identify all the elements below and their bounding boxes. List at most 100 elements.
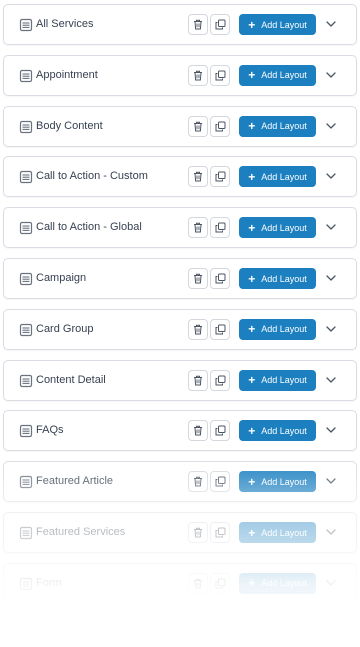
duplicate-layout-button[interactable] — [210, 64, 230, 86]
delete-layout-button[interactable] — [188, 217, 208, 239]
layout-label: Card Group — [36, 322, 94, 335]
chevron-down-icon[interactable] — [326, 579, 336, 587]
delete-layout-button[interactable] — [188, 623, 208, 645]
chevron-down-icon[interactable] — [326, 426, 336, 434]
chevron-down-icon[interactable] — [326, 223, 336, 231]
delete-layout-button[interactable] — [188, 572, 208, 594]
plus-icon: + — [248, 576, 256, 591]
chevron-down-icon[interactable] — [326, 528, 336, 536]
trash-icon — [194, 121, 202, 132]
add-layout-button[interactable]: + Add Layout — [239, 318, 316, 340]
duplicate-layout-button[interactable] — [210, 14, 230, 35]
plus-icon: + — [248, 373, 256, 388]
duplicate-layout-button[interactable] — [210, 318, 230, 340]
add-layout-button[interactable]: + Add Layout — [239, 217, 316, 239]
plus-icon: + — [248, 17, 256, 32]
copy-icon — [215, 70, 225, 81]
layout-label: Call to Action - Global — [36, 221, 142, 234]
layout-label: Body Content — [36, 119, 103, 132]
trash-icon — [194, 324, 202, 335]
delete-layout-button[interactable] — [188, 268, 208, 289]
copy-icon — [215, 171, 225, 182]
trash-icon — [194, 578, 202, 589]
layout-row: Featured Article + Add Layout — [3, 461, 357, 503]
add-layout-label: Add Layout — [261, 425, 307, 436]
chevron-down-icon[interactable] — [326, 71, 336, 79]
chevron-down-icon[interactable] — [326, 172, 336, 180]
document-icon — [19, 323, 33, 336]
layout-row: Appointment + Add Layout — [3, 54, 357, 96]
chevron-down-icon[interactable] — [326, 122, 336, 130]
layout-row: Body Content + Add Layout — [3, 105, 357, 147]
duplicate-layout-button[interactable] — [210, 420, 230, 442]
add-layout-button[interactable]: + Add Layout — [239, 623, 316, 645]
add-layout-button[interactable]: + Add Layout — [239, 369, 316, 391]
add-layout-label: Add Layout — [261, 70, 307, 81]
delete-layout-button[interactable] — [188, 64, 208, 86]
chevron-down-icon[interactable] — [326, 274, 336, 282]
trash-icon — [194, 19, 202, 30]
trash-icon — [194, 629, 202, 640]
add-layout-label: Add Layout — [261, 273, 307, 284]
layout-row: All Services + Add Layout — [3, 4, 357, 45]
plus-icon: + — [248, 322, 256, 337]
add-layout-label: Add Layout — [261, 629, 307, 640]
duplicate-layout-button[interactable] — [210, 572, 230, 594]
duplicate-layout-button[interactable] — [210, 369, 230, 391]
trash-icon — [194, 70, 202, 81]
add-layout-button[interactable]: + Add Layout — [239, 471, 316, 493]
delete-layout-button[interactable] — [188, 115, 208, 137]
document-icon — [19, 577, 33, 590]
plus-icon: + — [248, 627, 256, 642]
delete-layout-button[interactable] — [188, 420, 208, 442]
duplicate-layout-button[interactable] — [210, 115, 230, 137]
layout-row: Content Detail + Add Layout — [3, 359, 357, 401]
add-layout-label: Add Layout — [261, 527, 307, 538]
add-layout-label: Add Layout — [261, 476, 307, 487]
document-icon — [19, 476, 33, 489]
add-layout-button[interactable]: + Add Layout — [239, 14, 316, 35]
add-layout-button[interactable]: + Add Layout — [239, 572, 316, 594]
copy-icon — [215, 273, 225, 284]
delete-layout-button[interactable] — [188, 318, 208, 340]
duplicate-layout-button[interactable] — [210, 471, 230, 493]
duplicate-layout-button[interactable] — [210, 166, 230, 188]
layout-row: + Add Layout — [3, 613, 357, 647]
chevron-down-icon[interactable] — [326, 376, 336, 384]
copy-icon — [215, 375, 225, 386]
layout-row: Call to Action - Custom + Add Layout — [3, 156, 357, 198]
layout-row: Call to Action - Global + Add Layout — [3, 207, 357, 249]
add-layout-button[interactable]: + Add Layout — [239, 64, 316, 86]
add-layout-button[interactable]: + Add Layout — [239, 268, 316, 289]
layout-label: FAQs — [36, 424, 64, 437]
plus-icon: + — [248, 220, 256, 235]
duplicate-layout-button[interactable] — [210, 217, 230, 239]
delete-layout-button[interactable] — [188, 369, 208, 391]
delete-layout-button[interactable] — [188, 471, 208, 493]
add-layout-button[interactable]: + Add Layout — [239, 115, 316, 137]
delete-layout-button[interactable] — [188, 522, 208, 543]
add-layout-button[interactable]: + Add Layout — [239, 420, 316, 442]
document-icon — [19, 272, 33, 286]
chevron-down-icon[interactable] — [326, 630, 336, 638]
layout-row: Form + Add Layout — [3, 562, 357, 604]
duplicate-layout-button[interactable] — [210, 522, 230, 543]
delete-layout-button[interactable] — [188, 166, 208, 188]
chevron-down-icon[interactable] — [326, 325, 336, 333]
plus-icon: + — [248, 423, 256, 438]
add-layout-button[interactable]: + Add Layout — [239, 166, 316, 188]
duplicate-layout-button[interactable] — [210, 268, 230, 289]
chevron-down-icon[interactable] — [326, 20, 336, 28]
delete-layout-button[interactable] — [188, 14, 208, 35]
add-layout-label: Add Layout — [261, 171, 307, 182]
layout-label: Form — [36, 576, 62, 589]
document-icon — [19, 120, 33, 133]
chevron-down-icon[interactable] — [326, 477, 336, 485]
copy-icon — [215, 527, 225, 538]
duplicate-layout-button[interactable] — [210, 623, 230, 645]
trash-icon — [194, 527, 202, 538]
trash-icon — [194, 375, 202, 386]
layout-label: Featured Services — [36, 526, 126, 538]
plus-icon: + — [248, 119, 256, 134]
add-layout-button[interactable]: + Add Layout — [239, 522, 316, 543]
